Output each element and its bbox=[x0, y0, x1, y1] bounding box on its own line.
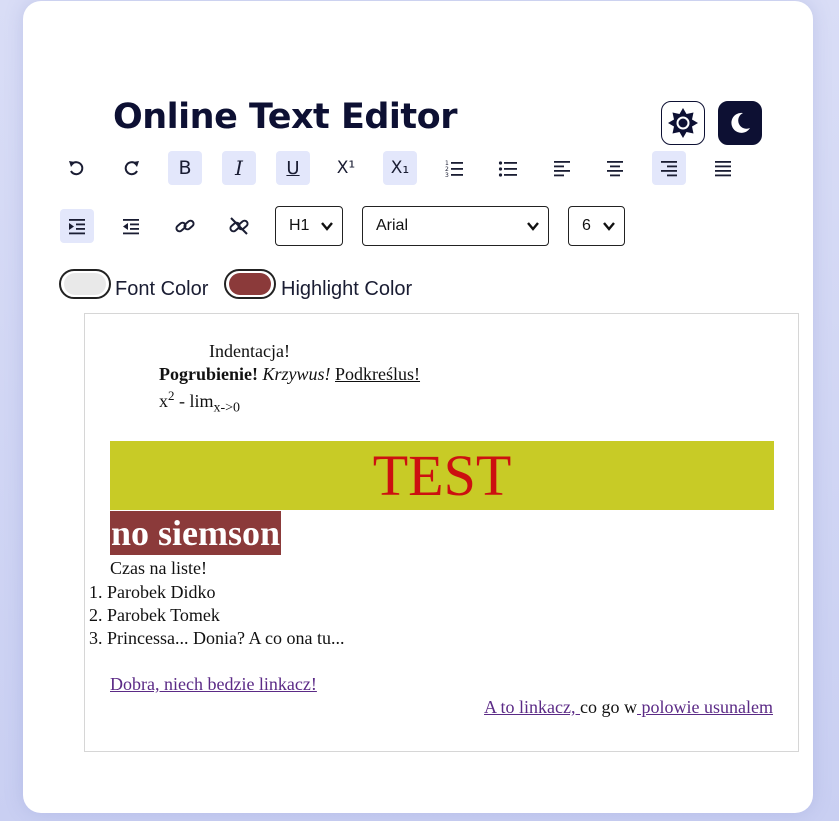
list-item-text: Parobek Tomek bbox=[107, 605, 220, 625]
formula-base: x bbox=[159, 391, 168, 411]
indent-icon bbox=[69, 219, 85, 235]
editor-card: Online Text Editor B I U X¹ X₁ 1 2 3 H1 … bbox=[23, 1, 813, 813]
italic-icon: I bbox=[235, 156, 243, 180]
font-color-swatch bbox=[64, 273, 106, 295]
underline-button[interactable]: U bbox=[276, 151, 310, 185]
bold-button[interactable]: B bbox=[168, 151, 202, 185]
list-item-text: Princessa... Donia? A co ona tu... bbox=[107, 628, 345, 648]
align-center-icon bbox=[607, 161, 623, 177]
underline-icon: U bbox=[286, 157, 300, 179]
highlight-color-label: Highlight Color bbox=[281, 278, 413, 300]
highlight-color-swatch bbox=[229, 273, 271, 295]
link-a-to[interactable]: A to linkacz, bbox=[484, 697, 580, 717]
align-right-icon bbox=[661, 161, 677, 177]
redo-icon bbox=[124, 161, 139, 176]
unordered-list-button[interactable] bbox=[491, 151, 525, 185]
list-item: 1. Parobek Didko bbox=[89, 582, 216, 602]
heading-select[interactable]: H1 bbox=[275, 206, 343, 246]
formula-subscript: x->0 bbox=[213, 400, 241, 416]
editor-content-area[interactable]: Indentacja! Pogrubienie! Krzywus! Podkre… bbox=[84, 313, 799, 752]
highlight-color-picker[interactable] bbox=[224, 269, 276, 299]
page-title: Online Text Editor bbox=[113, 97, 457, 137]
svg-text:3: 3 bbox=[445, 172, 449, 178]
justify-icon bbox=[715, 161, 731, 177]
heading-select-value: H1 bbox=[289, 217, 310, 234]
moon-icon bbox=[731, 112, 750, 133]
italic-button[interactable]: I bbox=[222, 151, 256, 185]
unlinked-text: co go w bbox=[580, 697, 638, 717]
test-heading: TEST bbox=[110, 441, 774, 510]
align-left-icon bbox=[554, 161, 570, 177]
justify-button[interactable] bbox=[706, 151, 740, 185]
unordered-list-icon bbox=[498, 161, 517, 177]
sun-icon bbox=[668, 108, 698, 138]
font-family-select[interactable]: Arial bbox=[362, 206, 549, 246]
outdent-icon bbox=[123, 219, 139, 235]
highlighted-heading: no siemson bbox=[110, 511, 282, 555]
indented-line: Indentacja! bbox=[209, 341, 290, 361]
font-family-select-value: Arial bbox=[376, 217, 409, 234]
formula-line: x2 - limx->0 bbox=[159, 388, 240, 417]
subscript-icon: X₁ bbox=[390, 158, 410, 178]
underline-text: Podkreślus! bbox=[335, 364, 421, 384]
link-icon bbox=[175, 219, 195, 233]
formula-middle: - lim bbox=[174, 391, 214, 411]
indent-button[interactable] bbox=[60, 209, 94, 243]
link-dobra[interactable]: Dobra, niech bedzie linkacz! bbox=[110, 674, 317, 695]
undo-button[interactable] bbox=[60, 151, 94, 185]
link-polowie[interactable]: polowie usunalem bbox=[637, 697, 773, 717]
redo-button[interactable] bbox=[114, 151, 148, 185]
align-left-button[interactable] bbox=[545, 151, 579, 185]
font-color-label: Font Color bbox=[115, 278, 209, 300]
subscript-button[interactable]: X₁ bbox=[383, 151, 417, 185]
list-intro: Czas na liste! bbox=[110, 558, 207, 578]
italic-text: Krzywus! bbox=[262, 364, 331, 384]
chevron-down-icon bbox=[527, 222, 539, 231]
bold-text: Pogrubienie! bbox=[159, 364, 258, 384]
ordered-list-icon: 1 2 3 bbox=[445, 160, 463, 178]
align-center-button[interactable] bbox=[598, 151, 632, 185]
align-right-button[interactable] bbox=[652, 151, 686, 185]
undo-icon bbox=[69, 161, 84, 176]
font-size-select[interactable]: 6 bbox=[568, 206, 625, 246]
formatting-line: Pogrubienie! Krzywus! Podkreślus! bbox=[159, 364, 420, 385]
font-color-picker[interactable] bbox=[59, 269, 111, 299]
chevron-down-icon bbox=[321, 222, 333, 231]
light-mode-button[interactable] bbox=[661, 101, 705, 145]
link-button[interactable] bbox=[168, 209, 202, 243]
list-item: 3. Princessa... Donia? A co ona tu... bbox=[89, 628, 345, 648]
superscript-button[interactable]: X¹ bbox=[329, 151, 363, 185]
list-item-text: Parobek Didko bbox=[107, 582, 216, 602]
outdent-button[interactable] bbox=[114, 209, 148, 243]
font-size-select-value: 6 bbox=[582, 217, 591, 234]
ordered-list-button[interactable]: 1 2 3 bbox=[437, 151, 471, 185]
linked-line: A to linkacz, co go w polowie usunalem bbox=[484, 697, 773, 718]
bold-icon: B bbox=[178, 157, 192, 179]
unlink-button[interactable] bbox=[222, 209, 256, 243]
dark-mode-button[interactable] bbox=[718, 101, 762, 145]
list-item: 2. Parobek Tomek bbox=[89, 605, 220, 625]
chevron-down-icon bbox=[603, 222, 615, 231]
superscript-icon: X¹ bbox=[336, 158, 356, 178]
unlink-icon bbox=[229, 217, 249, 235]
